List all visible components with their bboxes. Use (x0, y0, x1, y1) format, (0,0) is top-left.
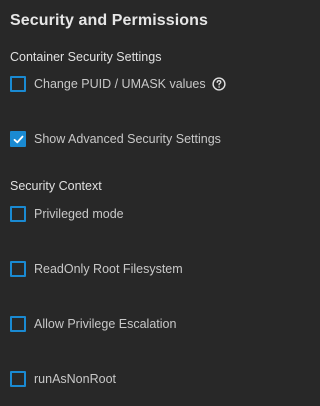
container-security-heading: Container Security Settings (10, 50, 162, 64)
show-advanced-security-checkbox-row[interactable]: Show Advanced Security Settings (10, 131, 221, 147)
show-advanced-security-checkbox[interactable] (10, 131, 26, 147)
privileged-mode-label: Privileged mode (34, 207, 124, 221)
readonly-root-fs-checkbox[interactable] (10, 261, 26, 277)
allow-privilege-escalation-checkbox[interactable] (10, 316, 26, 332)
security-context-heading: Security Context (10, 179, 102, 193)
readonly-root-fs-checkbox-row[interactable]: ReadOnly Root Filesystem (10, 261, 183, 277)
run-as-non-root-checkbox[interactable] (10, 371, 26, 387)
checkmark-icon (13, 135, 23, 143)
allow-privilege-escalation-label: Allow Privilege Escalation (34, 317, 177, 331)
privileged-mode-checkbox-row[interactable]: Privileged mode (10, 206, 124, 222)
change-puid-umask-checkbox-row[interactable]: Change PUID / UMASK values (10, 76, 226, 92)
allow-privilege-escalation-checkbox-row[interactable]: Allow Privilege Escalation (10, 316, 176, 332)
change-puid-umask-checkbox[interactable] (10, 76, 26, 92)
change-puid-umask-label: Change PUID / UMASK values (34, 77, 206, 91)
run-as-non-root-label: runAsNonRoot (34, 372, 116, 386)
privileged-mode-checkbox[interactable] (10, 206, 26, 222)
run-as-non-root-checkbox-row[interactable]: runAsNonRoot (10, 371, 116, 387)
show-advanced-security-label: Show Advanced Security Settings (34, 132, 221, 146)
panel-title: Security and Permissions (10, 12, 209, 29)
help-circle-icon[interactable] (212, 77, 226, 91)
security-permissions-panel: Security and Permissions Container Secur… (0, 0, 304, 406)
readonly-root-fs-label: ReadOnly Root Filesystem (34, 262, 183, 276)
